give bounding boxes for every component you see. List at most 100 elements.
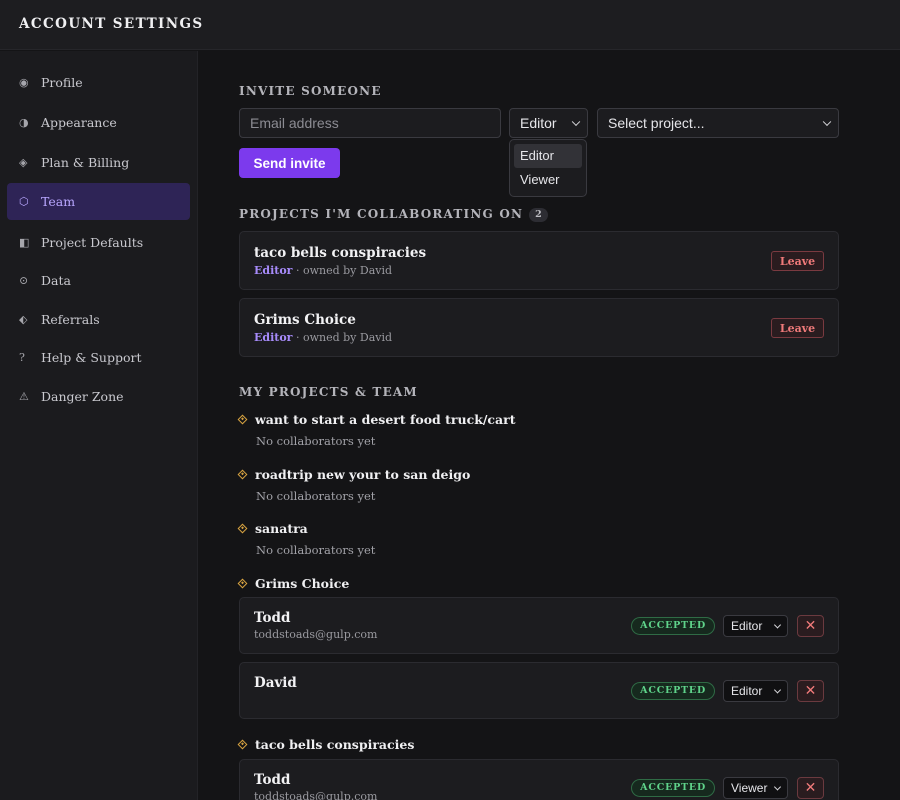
chevron-down-icon [822, 117, 832, 127]
defaults-icon: ◧ [19, 236, 30, 249]
collab-project-name: taco bells conspiracies [254, 245, 427, 261]
billing-icon: ◈ [19, 156, 28, 169]
sidebar: ◉ Profile ◑ Appearance ◈ Plan & Billing … [0, 51, 198, 800]
warning-icon: ⚠ [19, 390, 29, 403]
sidebar-item-label: Project Defaults [41, 235, 144, 250]
send-invite-button[interactable]: Send invite [239, 148, 340, 178]
sidebar-item-label: Data [41, 273, 71, 288]
data-icon: ⊙ [19, 274, 29, 287]
sidebar-item-label: Appearance [41, 115, 117, 130]
no-collaborators-note: No collaborators yet [256, 543, 376, 557]
profile-icon: ◉ [19, 76, 29, 89]
sidebar-item-label: Referrals [41, 312, 100, 327]
diamond-icon [237, 523, 248, 534]
collab-project-owner: · owned by David [295, 331, 393, 344]
member-role-select[interactable]: Viewer [723, 777, 788, 799]
sidebar-item-label: Team [41, 194, 76, 209]
chevron-down-icon [571, 117, 581, 127]
diamond-icon [237, 739, 248, 750]
my-project-name-text: want to start a desert food truck/cart [255, 412, 516, 427]
collaborating-title-text: PROJECTS I'M COLLABORATING ON [239, 207, 524, 221]
remove-member-button[interactable]: ✕ [797, 615, 824, 637]
sidebar-item-data[interactable]: ⊙ Data [7, 262, 190, 299]
status-badge: ACCEPTED [631, 617, 715, 635]
sidebar-item-label: Help & Support [41, 350, 142, 365]
my-projects-section-title: MY PROJECTS & TEAM [239, 385, 418, 399]
sidebar-item-team[interactable]: ⬡ Team [7, 183, 190, 220]
sidebar-item-label: Profile [41, 75, 83, 90]
member-card: Todd toddstoads@gulp.com ACCEPTED Editor… [239, 597, 839, 654]
remove-member-button[interactable]: ✕ [797, 680, 824, 702]
sidebar-item-plan-billing[interactable]: ◈ Plan & Billing [7, 144, 190, 181]
contrast-icon: ◑ [19, 116, 29, 129]
diamond-icon [237, 414, 248, 425]
sidebar-item-label: Plan & Billing [41, 155, 130, 170]
my-project-name: sanatra [237, 521, 308, 536]
email-input[interactable] [250, 115, 500, 131]
role-option-editor[interactable]: Editor [514, 144, 582, 168]
help-icon: ? [19, 351, 25, 364]
app-title: ACCOUNT SETTINGS [19, 16, 204, 32]
leave-project-button[interactable]: Leave [771, 318, 824, 338]
member-card: David ACCEPTED Editor ✕ [239, 662, 839, 719]
member-name: Todd [254, 772, 291, 788]
collab-project-role: Editor [254, 331, 293, 344]
sidebar-item-help-support[interactable]: ? Help & Support [7, 339, 190, 376]
status-badge: ACCEPTED [631, 779, 715, 797]
my-project-name-text: roadtrip new your to san deigo [255, 467, 471, 482]
sidebar-item-profile[interactable]: ◉ Profile [7, 64, 190, 101]
project-select-value: Select project... [608, 115, 705, 131]
close-icon: ✕ [804, 780, 817, 796]
collab-project-owner: · owned by David [295, 264, 393, 277]
role-select[interactable]: Editor [509, 108, 588, 138]
my-project-name: Grims Choice [237, 576, 350, 591]
leave-project-button[interactable]: Leave [771, 251, 824, 271]
sidebar-item-label: Danger Zone [41, 389, 124, 404]
email-field[interactable] [239, 108, 501, 138]
my-project-name-text: Grims Choice [255, 576, 350, 591]
my-project-name: taco bells conspiracies [237, 737, 415, 752]
diamond-icon [237, 578, 248, 589]
my-project-name-text: taco bells conspiracies [255, 737, 415, 752]
close-icon: ✕ [804, 683, 817, 699]
collab-project-card: taco bells conspiracies Editor · owned b… [239, 231, 839, 290]
collaborating-count-badge: 2 [529, 208, 548, 222]
chevron-down-icon [773, 783, 782, 791]
no-collaborators-note: No collaborators yet [256, 489, 376, 503]
sidebar-item-danger-zone[interactable]: ⚠ Danger Zone [7, 378, 190, 415]
role-option-viewer[interactable]: Viewer [514, 168, 582, 192]
my-project-name: want to start a desert food truck/cart [237, 412, 516, 427]
diamond-icon [237, 469, 248, 480]
collab-project-meta: Editor · owned by David [254, 264, 392, 277]
chevron-down-icon [773, 686, 782, 694]
collab-project-role: Editor [254, 264, 293, 277]
invite-section-title: INVITE SOMEONE [239, 84, 382, 98]
no-collaborators-note: No collaborators yet [256, 434, 376, 448]
sidebar-item-project-defaults[interactable]: ◧ Project Defaults [7, 224, 190, 261]
collab-project-name: Grims Choice [254, 312, 356, 328]
member-name: David [254, 675, 297, 691]
member-role-value: Viewer [731, 781, 768, 795]
close-icon: ✕ [804, 618, 817, 634]
member-email: toddstoads@gulp.com [254, 790, 378, 800]
referral-icon: ⬖ [19, 313, 28, 326]
team-icon: ⬡ [19, 195, 29, 208]
member-role-value: Editor [731, 684, 763, 698]
member-role-select[interactable]: Editor [723, 615, 788, 637]
top-bar: ACCOUNT SETTINGS [0, 0, 900, 50]
sidebar-item-referrals[interactable]: ⬖ Referrals [7, 301, 190, 338]
collab-project-card: Grims Choice Editor · owned by David Lea… [239, 298, 839, 357]
member-role-value: Editor [731, 619, 763, 633]
my-project-name: roadtrip new your to san deigo [237, 467, 471, 482]
member-role-select[interactable]: Editor [723, 680, 788, 702]
role-dropdown-menu: Editor Viewer [509, 139, 587, 197]
project-select[interactable]: Select project... [597, 108, 839, 138]
sidebar-item-appearance[interactable]: ◑ Appearance [7, 104, 190, 141]
member-email: toddstoads@gulp.com [254, 628, 378, 641]
remove-member-button[interactable]: ✕ [797, 777, 824, 799]
my-project-name-text: sanatra [255, 521, 308, 536]
member-card: Todd toddstoads@gulp.com ACCEPTED Viewer… [239, 759, 839, 800]
chevron-down-icon [773, 621, 782, 629]
role-select-value: Editor [520, 115, 557, 131]
status-badge: ACCEPTED [631, 682, 715, 700]
